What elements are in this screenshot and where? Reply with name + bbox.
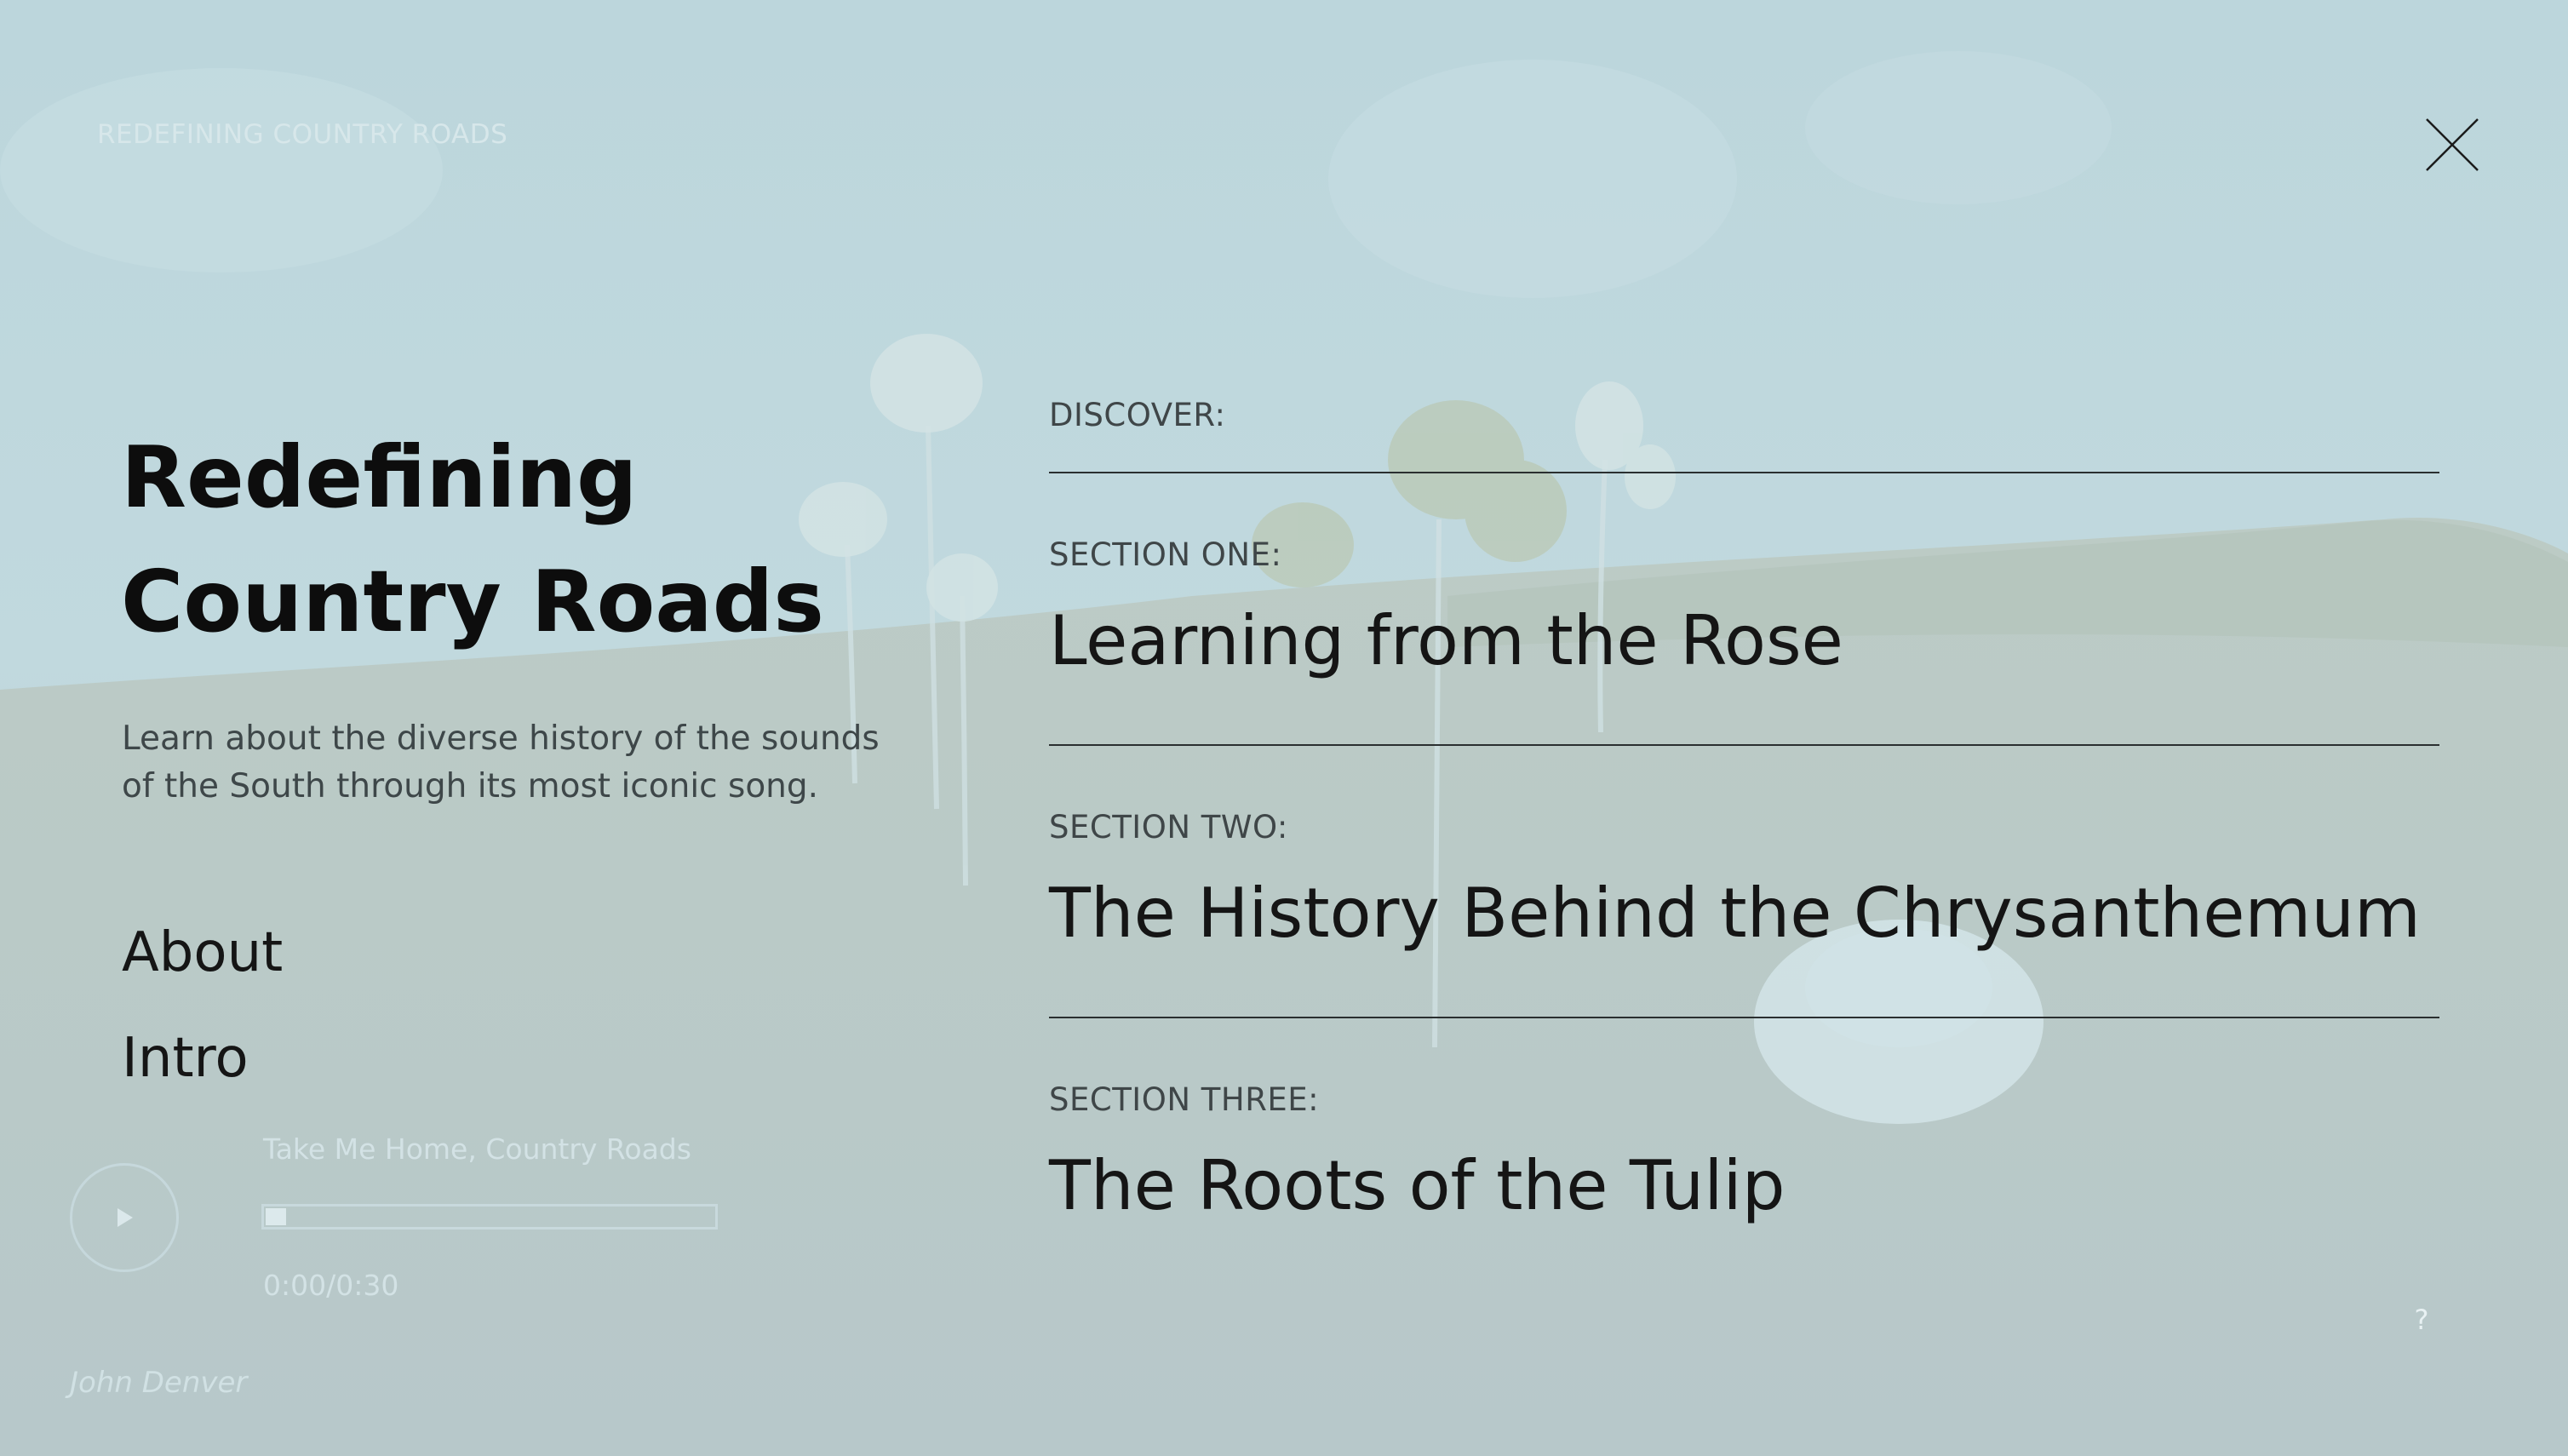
page-title-line-2: Country Roads	[121, 552, 824, 651]
divider	[1049, 744, 2439, 746]
page-title-line-1: Redefining	[121, 427, 638, 527]
section-three-label: SECTION THREE:	[1049, 1081, 1320, 1118]
audio-progress-fill	[266, 1208, 286, 1225]
page-title: Redefining Country Roads	[121, 416, 972, 664]
question-mark-icon: ?	[2414, 1304, 2429, 1336]
play-icon	[118, 1208, 133, 1227]
track-title: Take Me Home, Country Roads	[263, 1132, 691, 1166]
divider	[1049, 1017, 2439, 1018]
site-title[interactable]: REDEFINING COUNTRY ROADS	[97, 119, 507, 150]
section-two-link[interactable]: The History Behind the Chrysanthemum	[1049, 874, 2421, 953]
nav-link-about[interactable]: About	[122, 921, 283, 984]
close-icon	[2426, 118, 2479, 171]
help-button[interactable]: ?	[2403, 1301, 2440, 1338]
divider	[1049, 472, 2439, 473]
intro-description: Learn about the diverse history of the s…	[122, 719, 880, 805]
play-button[interactable]	[70, 1163, 179, 1272]
section-one-link[interactable]: Learning from the Rose	[1049, 601, 1843, 680]
time-readout: 0:00/0:30	[263, 1269, 399, 1302]
section-three-link[interactable]: The Roots of the Tulip	[1049, 1146, 1786, 1225]
close-button[interactable]	[2415, 107, 2483, 175]
audio-progress-bar[interactable]	[261, 1204, 718, 1230]
section-two-label: SECTION TWO:	[1049, 809, 1288, 846]
section-one-label: SECTION ONE:	[1049, 536, 1282, 573]
nav-link-intro[interactable]: Intro	[122, 1027, 249, 1090]
artist-name: John Denver	[70, 1366, 248, 1400]
discover-label: DISCOVER:	[1049, 397, 1226, 433]
